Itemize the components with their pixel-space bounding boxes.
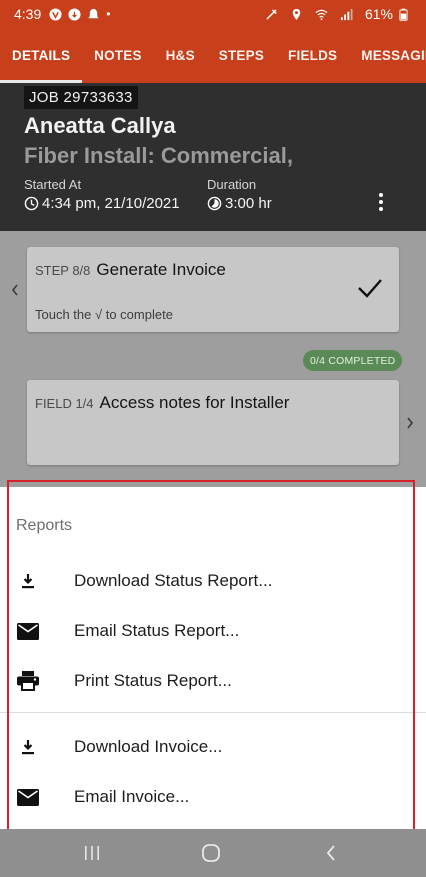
email-icon <box>17 786 39 808</box>
vpn-icon <box>49 7 62 21</box>
job-content: STEP 8/8 Generate Invoice Touch the √ to… <box>0 231 426 487</box>
download-status-report-item[interactable]: Download Status Report... <box>0 557 426 605</box>
print-icon <box>17 670 39 692</box>
more-notifications-dot: • <box>106 7 111 21</box>
step-card[interactable]: STEP 8/8 Generate Invoice Touch the √ to… <box>27 247 399 332</box>
tab-messaging[interactable]: MESSAGING <box>349 28 426 83</box>
cloud-download-icon <box>68 7 81 21</box>
print-status-report-label: Print Status Report... <box>74 671 232 690</box>
battery-percent: 61% <box>364 6 393 22</box>
wifi-icon <box>315 9 328 20</box>
job-number-badge: JOB 29733633 <box>24 86 138 109</box>
clock-icon <box>24 196 39 211</box>
customer-name: Aneatta Callya <box>24 113 176 138</box>
more-options-icon[interactable] <box>372 191 390 213</box>
menu-divider <box>0 712 426 713</box>
download-invoice-item[interactable]: Download Invoice... <box>0 723 426 771</box>
step-counter: STEP 8/8 <box>35 263 91 278</box>
download-status-report-label: Download Status Report... <box>74 571 273 590</box>
email-invoice-item[interactable]: Email Invoice... <box>0 773 426 821</box>
reports-sheet: Reports Download Status Report... Email … <box>0 487 426 829</box>
started-at-label: Started At <box>24 177 82 192</box>
started-at-text: 4:34 pm, 21/10/2021 <box>42 195 180 212</box>
location-icon <box>292 8 301 20</box>
duration-label: Duration <box>207 177 257 192</box>
status-time: 4:39 <box>14 6 42 22</box>
recent-apps-icon[interactable] <box>81 843 103 863</box>
duration-value: 3:00 hr <box>207 195 272 212</box>
step-title: Generate Invoice <box>96 260 226 279</box>
mute-icon <box>266 8 277 20</box>
completed-badge: 0/4 COMPLETED <box>303 350 403 371</box>
download-invoice-label: Download Invoice... <box>74 737 223 756</box>
tab-hs[interactable]: H&S <box>154 28 207 83</box>
email-icon <box>17 620 39 642</box>
started-at-value: 4:34 pm, 21/10/2021 <box>24 195 180 212</box>
status-bar: 4:39 • 61% <box>0 0 426 28</box>
email-status-report-label: Email Status Report... <box>74 621 240 640</box>
tab-details[interactable]: DETAILS <box>0 28 83 83</box>
step-hint: Touch the √ to complete <box>35 307 173 322</box>
battery-icon <box>399 8 408 21</box>
duration-text: 3:00 hr <box>225 195 272 212</box>
tab-fields[interactable]: FIELDS <box>276 28 349 83</box>
tab-steps[interactable]: STEPS <box>207 28 276 83</box>
email-status-report-item[interactable]: Email Status Report... <box>0 607 426 655</box>
navigation-bar <box>0 829 426 877</box>
job-header: JOB 29733633 Aneatta Callya Fiber Instal… <box>0 83 426 231</box>
signal-icon <box>340 8 353 20</box>
home-icon[interactable] <box>200 843 222 863</box>
chevron-right-icon[interactable] <box>405 416 415 430</box>
email-invoice-label: Email Invoice... <box>74 787 190 806</box>
field-card[interactable]: FIELD 1/4 Access notes for Installer <box>27 380 399 465</box>
back-icon[interactable] <box>320 843 342 863</box>
tab-notes[interactable]: NOTES <box>82 28 154 83</box>
download-icon <box>17 736 39 758</box>
notification-icon <box>88 8 99 18</box>
tab-bar: DETAILS NOTES H&S STEPS FIELDS MESSAGING <box>0 28 426 83</box>
reports-title: Reports <box>16 517 73 534</box>
job-type: Fiber Install: Commercial, <box>24 143 293 168</box>
timelapse-icon <box>207 196 222 211</box>
download-icon <box>17 570 39 592</box>
print-status-report-item[interactable]: Print Status Report... <box>0 657 426 705</box>
field-title: Access notes for Installer <box>99 393 290 412</box>
checkmark-icon[interactable] <box>357 277 383 299</box>
field-counter: FIELD 1/4 <box>35 396 94 411</box>
chevron-left-icon[interactable] <box>10 283 20 297</box>
